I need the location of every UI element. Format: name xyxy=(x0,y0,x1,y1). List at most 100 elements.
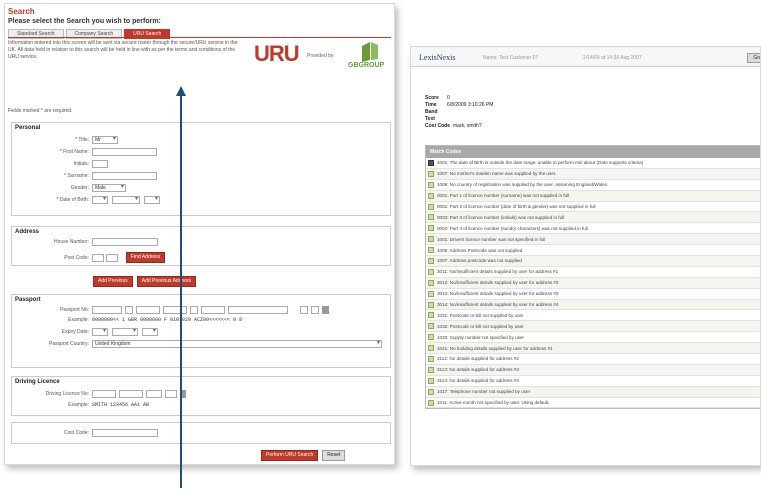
passport-country-label: Passport Country: xyxy=(48,341,89,347)
licence-input-4[interactable] xyxy=(165,390,177,398)
expiry-day-select[interactable] xyxy=(92,328,108,336)
info-icon xyxy=(428,388,434,395)
match-code-row: 0003: Part 3 of licence number (initials… xyxy=(426,212,760,224)
driving-licence-number-label: Driving Licence No: xyxy=(45,391,89,397)
match-code-row: 3114: No details supplied for address #4 xyxy=(426,376,760,387)
first-name-input[interactable] xyxy=(92,148,157,156)
licence-input-1[interactable] xyxy=(92,390,116,398)
time-label: Time xyxy=(425,102,437,108)
score-value: 0 xyxy=(447,95,450,101)
add-previous-button[interactable]: Add Previous xyxy=(93,276,133,287)
initials-input[interactable] xyxy=(92,160,108,168)
find-address-button[interactable]: Find Address xyxy=(126,252,166,263)
dob-month-select[interactable] xyxy=(112,196,140,204)
personal-heading: Personal xyxy=(15,125,41,131)
passport-country-select[interactable]: United Kingdom xyxy=(92,340,382,348)
driving-licence-heading: Driving Licence xyxy=(15,379,60,385)
expiry-year-select[interactable] xyxy=(142,328,158,336)
house-number-input[interactable] xyxy=(92,238,158,246)
dob-year-select[interactable] xyxy=(144,196,160,204)
passport-no-input-4[interactable] xyxy=(163,306,187,314)
uru-logo: URU xyxy=(254,41,300,66)
passport-heading: Passport xyxy=(15,297,41,303)
match-code-text: 3011: No/insufficient details supplied b… xyxy=(437,269,559,275)
header-date: 2/14/09 at 14:39 Aug 2007 xyxy=(583,55,642,61)
passport-no-input-1[interactable] xyxy=(92,306,122,314)
info-icon xyxy=(428,345,434,352)
match-code-text: 1009: No country of registration was sup… xyxy=(437,182,609,188)
passport-no-input-7[interactable] xyxy=(228,306,288,314)
add-previous-address-button[interactable]: Add Previous Address xyxy=(136,276,196,287)
surname-label: * Surname: xyxy=(63,173,89,179)
band-text-label: Band Text xyxy=(425,109,438,122)
passport-no-input-9[interactable] xyxy=(311,306,319,314)
annotation-arrow-head-icon xyxy=(176,86,186,96)
match-code-row: 0002: Part 2 of licence number (date of … xyxy=(426,202,760,213)
info-icon xyxy=(428,355,434,362)
gb-group-logo-text: GBGROUP xyxy=(348,62,385,69)
licence-example-label: Example: xyxy=(68,402,89,408)
passport-example-label: Example: xyxy=(68,317,89,323)
info-icon xyxy=(428,366,434,373)
match-code-text: 1017: Telephone number not supplied by u… xyxy=(437,389,531,395)
match-code-text: 3012: No/insufficient details supplied b… xyxy=(437,280,559,286)
dob-day-select[interactable] xyxy=(92,196,108,204)
provided-by-label: Provided by xyxy=(307,53,334,59)
results-header: LexisNexis Name: Test Customer 07 2/14/0… xyxy=(411,47,760,67)
match-code-text: 0001: Part 1 of licence number (surname)… xyxy=(437,193,570,199)
perform-uru-search-button[interactable]: Perform URU Search xyxy=(261,450,319,461)
help-icon[interactable] xyxy=(322,306,329,314)
reset-button[interactable]: Reset xyxy=(322,450,346,461)
address-heading: Address xyxy=(15,229,40,235)
match-code-row: 4001: The date of Birth is outside the d… xyxy=(426,158,760,169)
info-icon xyxy=(428,181,434,188)
match-code-text: 1005: Address Postcode was not supplied xyxy=(437,247,523,253)
passport-no-input-2[interactable] xyxy=(125,306,133,314)
header-go-button[interactable]: Go xyxy=(747,53,760,63)
info-icon xyxy=(428,214,434,221)
post-code-input-2[interactable] xyxy=(106,253,118,262)
initials-label: Initials: xyxy=(73,161,89,167)
cost-code-input[interactable] xyxy=(92,429,158,437)
match-code-row: 1017: Telephone number not supplied by u… xyxy=(426,386,760,398)
info-icon xyxy=(428,247,434,254)
info-icon xyxy=(428,301,434,308)
annotation-arrow-line xyxy=(180,96,182,488)
gender-select[interactable]: Male xyxy=(92,184,126,192)
surname-input[interactable] xyxy=(92,172,157,180)
gender-label: Gender: xyxy=(70,185,89,191)
title-select[interactable]: Mr xyxy=(92,136,118,144)
passport-no-input-8[interactable] xyxy=(300,306,308,314)
cost-code-label: Cost Code: xyxy=(63,430,89,436)
match-code-row: 1001: Drivers licence number was not spe… xyxy=(426,234,760,246)
post-code-input-1[interactable] xyxy=(92,253,104,262)
info-icon xyxy=(428,323,434,330)
info-icon xyxy=(428,203,434,210)
match-code-text: 1041: No building details supplied by us… xyxy=(437,345,553,351)
passport-no-input-3[interactable] xyxy=(136,306,160,314)
passport-no-input-5[interactable] xyxy=(190,306,198,314)
licence-input-2[interactable] xyxy=(119,390,143,398)
info-icon xyxy=(428,192,434,199)
match-code-row: 3011: No/insufficient details supplied b… xyxy=(426,267,760,278)
page-title: Search xyxy=(8,7,35,16)
match-code-text: 1007: No mother's maiden name was suppli… xyxy=(437,171,557,177)
time-value: 6/8/2009 3:10:26 PM xyxy=(447,102,494,108)
match-code-text: 3114: No details supplied for address #4 xyxy=(437,378,519,384)
results-screenshot: LexisNexis Name: Test Customer 07 2/14/0… xyxy=(410,46,761,466)
match-code-row: 1005: Address Postcode was not supplied xyxy=(426,245,760,257)
match-code-text: 1031: Postcode or bill not supplied by u… xyxy=(437,312,524,318)
match-code-text: 3112: No details supplied for address #2 xyxy=(437,356,519,362)
match-code-row: 1020: Supply number not specified by use… xyxy=(426,332,760,344)
info-icon xyxy=(428,312,434,319)
score-label: Score xyxy=(425,95,439,101)
info-icon xyxy=(428,170,434,177)
first-name-label: * First Name: xyxy=(59,149,89,155)
info-icon xyxy=(428,290,434,297)
expiry-month-select[interactable] xyxy=(112,328,138,336)
match-code-row: 1031: Postcode or bill not supplied by u… xyxy=(426,310,760,322)
licence-input-3[interactable] xyxy=(146,390,162,398)
tab-divider xyxy=(8,37,391,38)
passport-example-value: 0000000<< 1 GBR 0000000 F 0101020 ACZ00<… xyxy=(92,317,243,323)
passport-no-input-6[interactable] xyxy=(201,306,225,314)
